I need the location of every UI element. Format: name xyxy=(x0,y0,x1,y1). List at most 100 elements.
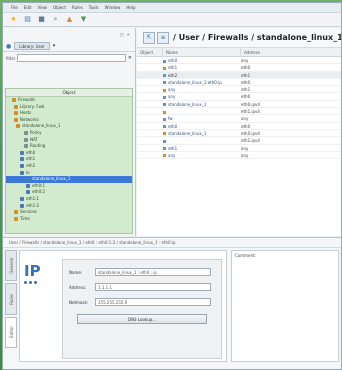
row-name-text: standalone_linux_1 xyxy=(168,130,207,136)
table-row[interactable]: fw any xyxy=(137,115,341,123)
table-row[interactable]: any eth0 xyxy=(137,93,341,101)
tree-item[interactable]: Networks xyxy=(6,117,132,124)
filter-input[interactable] xyxy=(17,54,126,62)
menu-object[interactable]: Object xyxy=(53,5,66,10)
tree-item[interactable]: eth0:1 xyxy=(6,183,132,190)
row-name-cell: any xyxy=(163,86,241,92)
tree-item[interactable]: Services xyxy=(6,209,132,216)
filter-row: filter ✕ xyxy=(3,52,135,64)
row-expander[interactable] xyxy=(137,101,163,107)
up-level-icon[interactable]: ⇱ xyxy=(143,31,155,44)
float-panel-icon[interactable]: ◳ xyxy=(120,32,124,37)
tree-item-label: eth1:2 xyxy=(26,202,40,208)
clear-filter-icon[interactable]: ✕ xyxy=(128,55,132,61)
column-header[interactable]: Object xyxy=(137,48,163,56)
table-row[interactable]: eth2 eth1 xyxy=(137,71,341,79)
netmask-field[interactable]: 255.255.255.0 xyxy=(95,298,211,306)
row-name-cell: eth1 xyxy=(163,145,241,151)
tree-item[interactable]: NAT xyxy=(6,137,132,144)
table-row[interactable]: eth1 eth0 xyxy=(137,64,341,72)
row-name-text: eth2 xyxy=(168,72,178,78)
menu-window[interactable]: Window xyxy=(105,5,121,10)
table-row[interactable]: any any xyxy=(137,152,341,160)
menu-edit[interactable]: Edit xyxy=(24,5,32,10)
table-row[interactable]: eth0 any xyxy=(137,57,341,65)
tree-item[interactable]: eth0 xyxy=(6,150,132,157)
tree-item[interactable]: eth1 xyxy=(6,156,132,163)
compile-icon[interactable]: ▲ xyxy=(65,15,74,24)
tab-editor[interactable]: Editor xyxy=(5,316,17,348)
row-address-cell: any xyxy=(241,58,249,63)
interface-icon xyxy=(20,196,24,201)
tab-general[interactable]: General xyxy=(5,250,17,282)
row-name-text: any xyxy=(168,152,176,158)
row-expander[interactable] xyxy=(137,72,163,78)
table-row[interactable]: eth1.ipv4 xyxy=(137,137,341,145)
dns-lookup-button[interactable]: DNS Lookup... xyxy=(77,314,207,324)
comment-label: Comment: xyxy=(235,253,256,258)
row-address-cell: any xyxy=(241,152,249,158)
install-icon[interactable]: ▼ xyxy=(79,15,88,24)
path-bar: ⇱ ≡ / User / Firewalls / standalone_linu… xyxy=(137,28,341,48)
tree-item[interactable]: Time xyxy=(6,216,132,223)
table-row[interactable]: eth1 any xyxy=(137,145,341,152)
tree-item[interactable]: eth2 xyxy=(6,163,132,170)
tab-rules[interactable]: Rules xyxy=(5,283,17,315)
row-expander[interactable] xyxy=(137,137,163,143)
table-row[interactable]: standalone_linux_1 eth0.ipv4 xyxy=(137,101,341,109)
row-expander[interactable] xyxy=(137,115,163,121)
tree-item[interactable]: eth0:2 xyxy=(6,189,132,196)
tree-item[interactable]: standalone_linux_1 xyxy=(6,176,132,183)
row-expander[interactable] xyxy=(137,64,163,70)
tree-item[interactable]: Library: Fwb xyxy=(6,104,132,111)
table-row[interactable]: standalone_linux_1 eth0.ipv4 xyxy=(137,130,341,138)
library-icon: ● xyxy=(6,42,12,50)
save-icon[interactable]: ■ xyxy=(37,15,46,24)
search-icon[interactable]: ⌕ xyxy=(51,15,60,24)
library-selector[interactable]: Library: User xyxy=(14,42,50,50)
row-expander[interactable] xyxy=(137,108,163,114)
table-row[interactable]: standalone_linux_1:eth0:ip eth0 xyxy=(137,79,341,87)
row-expander[interactable] xyxy=(137,130,163,136)
menu-tools[interactable]: Tools xyxy=(89,5,99,10)
row-expander[interactable] xyxy=(137,86,163,92)
list-view-icon[interactable]: ≡ xyxy=(157,31,169,44)
folder-icon xyxy=(12,98,16,102)
table-row[interactable]: eth1.ipv4 xyxy=(137,108,341,116)
interface-icon xyxy=(20,170,24,175)
tree-item[interactable]: lo xyxy=(6,170,132,177)
row-expander[interactable] xyxy=(137,79,163,85)
new-icon[interactable]: ★ xyxy=(9,15,18,24)
row-expander[interactable] xyxy=(137,123,163,129)
row-expander[interactable] xyxy=(137,152,163,158)
name-field[interactable]: standalone_linux_1 : eth0 : ip xyxy=(95,268,211,276)
tree-item[interactable]: eth1:1 xyxy=(6,196,132,203)
open-icon[interactable]: ▤ xyxy=(23,15,32,24)
close-panel-icon[interactable]: ✕ xyxy=(127,32,130,37)
chevron-down-icon[interactable]: ▾ xyxy=(53,43,56,49)
column-header[interactable]: Name xyxy=(163,48,241,56)
row-expander[interactable] xyxy=(137,57,163,63)
column-header[interactable]: Address xyxy=(241,48,341,56)
tree-item[interactable]: Routing xyxy=(6,143,132,150)
comment-textarea[interactable] xyxy=(235,260,335,358)
tree-item[interactable]: Firewalls xyxy=(6,97,132,104)
tree-item[interactable]: Policy xyxy=(6,130,132,137)
menu-help[interactable]: Help xyxy=(126,5,135,10)
table-row[interactable]: any eth1 xyxy=(137,86,341,94)
row-expander[interactable] xyxy=(137,145,163,151)
row-expander[interactable] xyxy=(137,93,163,99)
tree-item[interactable]: standalone_linux_1 xyxy=(6,123,132,130)
address-field[interactable]: 1.1.1.1 xyxy=(95,283,211,291)
tree-item[interactable]: Hosts xyxy=(6,110,132,117)
menu-view[interactable]: View xyxy=(37,5,47,10)
menu-rules[interactable]: Rules xyxy=(72,5,83,10)
table-row[interactable]: eth0 eth0 xyxy=(137,123,341,130)
menu-file[interactable]: File xyxy=(11,5,18,10)
tree-item-label: Services xyxy=(20,209,37,215)
tree-item[interactable]: eth1:2 xyxy=(6,203,132,210)
tree-item-label: Hosts xyxy=(20,110,32,116)
row-name-text: standalone_linux_1 xyxy=(168,101,207,107)
row-address-cell: eth1 xyxy=(241,72,251,78)
object-icon xyxy=(163,66,166,70)
